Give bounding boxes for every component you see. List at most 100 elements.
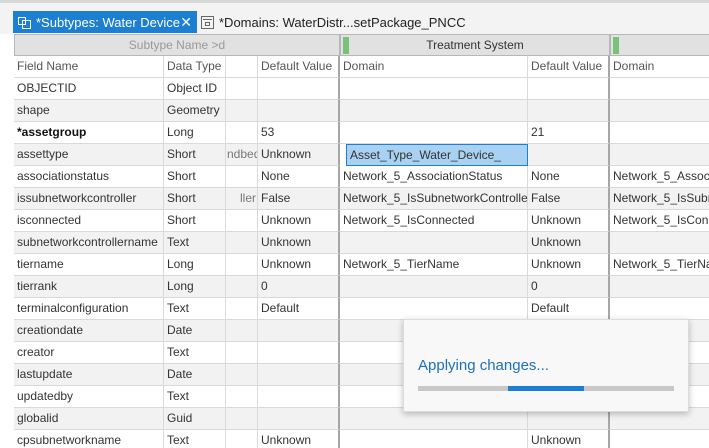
cell-data-type[interactable]: Date (164, 320, 226, 342)
column-header-field-name[interactable]: Field Name (14, 56, 164, 78)
cell-field-name[interactable]: globalid (14, 408, 164, 430)
table-row[interactable]: cpsubnetworkname Text Unknown Unknown (14, 430, 709, 448)
cell-data-type[interactable]: Geometry (164, 100, 226, 122)
cell-domain-2[interactable] (610, 144, 709, 166)
cell-default-value-2[interactable]: 0 (528, 276, 610, 298)
cell-default-value-2[interactable]: None (528, 166, 610, 188)
cell-default-value[interactable]: 0 (258, 276, 340, 298)
cell-field-name[interactable]: creationdate (14, 320, 164, 342)
cell-domain-2[interactable] (610, 78, 709, 100)
cell-default-value[interactable]: Unknown (258, 254, 340, 276)
cell-hidden[interactable] (226, 166, 258, 188)
table-row[interactable]: isconnected Short Unknown Network_5_IsConne… (14, 210, 709, 232)
cell-default-value[interactable]: Unknown (258, 430, 340, 448)
cell-domain[interactable]: Network_5_IsSubnetworkController (340, 188, 528, 210)
cell-default-value-2[interactable]: Unknown (528, 254, 610, 276)
cell-field-name[interactable]: tiername (14, 254, 164, 276)
cell-domain-2[interactable] (610, 232, 709, 254)
cell-default-value[interactable] (258, 78, 340, 100)
cell-hidden[interactable] (226, 210, 258, 232)
table-row[interactable]: assettype Short ndbed Unknown Asset_Type_Wat… (14, 144, 709, 166)
table-row[interactable]: tierrank Long 0 0 (14, 276, 709, 298)
cell-domain-2[interactable] (610, 276, 709, 298)
cell-data-type[interactable]: Text (164, 342, 226, 364)
cell-field-name[interactable]: lastupdate (14, 364, 164, 386)
cell-data-type[interactable]: Object ID (164, 78, 226, 100)
cell-domain-2[interactable] (610, 298, 709, 320)
cell-hidden[interactable] (226, 430, 258, 448)
cell-hidden[interactable] (226, 364, 258, 386)
cell-default-value[interactable]: Unknown (258, 232, 340, 254)
cell-domain[interactable] (340, 232, 528, 254)
column-header-hidden[interactable] (226, 56, 258, 78)
cell-default-value-2[interactable]: Unknown (528, 210, 610, 232)
cell-data-type[interactable]: Date (164, 364, 226, 386)
table-row[interactable]: shape Geometry (14, 100, 709, 122)
cell-domain[interactable] (340, 430, 528, 448)
column-header-row[interactable]: Field Name Data Type Default Value Domain De… (14, 56, 709, 78)
column-header-data-type[interactable]: Data Type (164, 56, 226, 78)
cell-domain[interactable] (340, 122, 528, 144)
cell-data-type[interactable]: Text (164, 232, 226, 254)
cell-default-value-2[interactable]: False (528, 188, 610, 210)
cell-default-value[interactable] (258, 386, 340, 408)
cell-hidden[interactable] (226, 342, 258, 364)
cell-field-name[interactable]: isconnected (14, 210, 164, 232)
cell-default-value[interactable]: Default (258, 298, 340, 320)
cell-data-type[interactable]: Text (164, 386, 226, 408)
table-row[interactable]: subnetworkcontrollername Text Unknown Unkno… (14, 232, 709, 254)
cell-field-name[interactable]: tierrank (14, 276, 164, 298)
cell-data-type[interactable]: Long (164, 254, 226, 276)
cell-field-name[interactable]: OBJECTID (14, 78, 164, 100)
cell-domain-2[interactable] (610, 430, 709, 448)
cell-hidden[interactable] (226, 122, 258, 144)
cell-domain-2[interactable]: Network_5_IsConn (610, 210, 709, 232)
cell-default-value[interactable] (258, 342, 340, 364)
cell-hidden[interactable] (226, 408, 258, 430)
cell-domain[interactable] (340, 276, 528, 298)
cell-default-value[interactable] (258, 408, 340, 430)
cell-field-name[interactable]: terminalconfiguration (14, 298, 164, 320)
table-row[interactable]: *assetgroup Long 53 21 (14, 122, 709, 144)
cell-domain[interactable]: Network_5_AssociationStatus (340, 166, 528, 188)
cell-hidden[interactable] (226, 232, 258, 254)
cell-field-name[interactable]: cpsubnetworkname (14, 430, 164, 448)
cell-domain-selected[interactable]: Asset_Type_Water_Device_ (346, 144, 528, 166)
cell-default-value[interactable]: Unknown (258, 210, 340, 232)
cell-data-type[interactable]: Guid (164, 408, 226, 430)
cell-default-value[interactable] (258, 364, 340, 386)
cell-data-type[interactable]: Text (164, 298, 226, 320)
cell-field-name[interactable]: *assetgroup (14, 122, 164, 144)
cell-default-value[interactable] (258, 100, 340, 122)
table-row[interactable]: terminalconfiguration Text Default Default (14, 298, 709, 320)
cell-data-type[interactable]: Long (164, 122, 226, 144)
cell-hidden[interactable] (226, 78, 258, 100)
cell-hidden[interactable] (226, 298, 258, 320)
close-icon[interactable]: ✕ (180, 15, 192, 29)
cell-domain[interactable] (340, 100, 528, 122)
cell-default-value[interactable]: 53 (258, 122, 340, 144)
table-row[interactable]: issubnetworkcontroller Short ller False Netw… (14, 188, 709, 210)
cell-domain[interactable] (340, 78, 528, 100)
column-header-default-value-2[interactable]: Default Value (528, 56, 610, 78)
cell-default-value-2[interactable]: Default (528, 298, 610, 320)
cell-default-value-2[interactable]: 21 (528, 122, 610, 144)
cell-hidden[interactable] (226, 386, 258, 408)
cell-default-value[interactable]: Unknown (258, 144, 340, 166)
cell-domain-2[interactable]: Network_5_Associa (610, 166, 709, 188)
cell-domain[interactable]: Network_5_TierName (340, 254, 528, 276)
cell-hidden[interactable] (226, 100, 258, 122)
cell-data-type[interactable]: Short (164, 144, 226, 166)
cell-hidden[interactable] (226, 254, 258, 276)
cell-field-name[interactable]: associationstatus (14, 166, 164, 188)
cell-data-type[interactable]: Short (164, 210, 226, 232)
cell-field-name[interactable]: shape (14, 100, 164, 122)
cell-domain-2[interactable] (610, 100, 709, 122)
cell-data-type[interactable]: Short (164, 188, 226, 210)
cell-hidden[interactable]: ndbed (226, 144, 258, 166)
cell-domain-2[interactable] (610, 122, 709, 144)
tab-domains[interactable]: *Domains: WaterDistr...setPackage_PNCC (197, 11, 527, 33)
table-row[interactable]: OBJECTID Object ID (14, 78, 709, 100)
cell-field-name[interactable]: updatedby (14, 386, 164, 408)
cell-default-value-2[interactable] (528, 78, 610, 100)
